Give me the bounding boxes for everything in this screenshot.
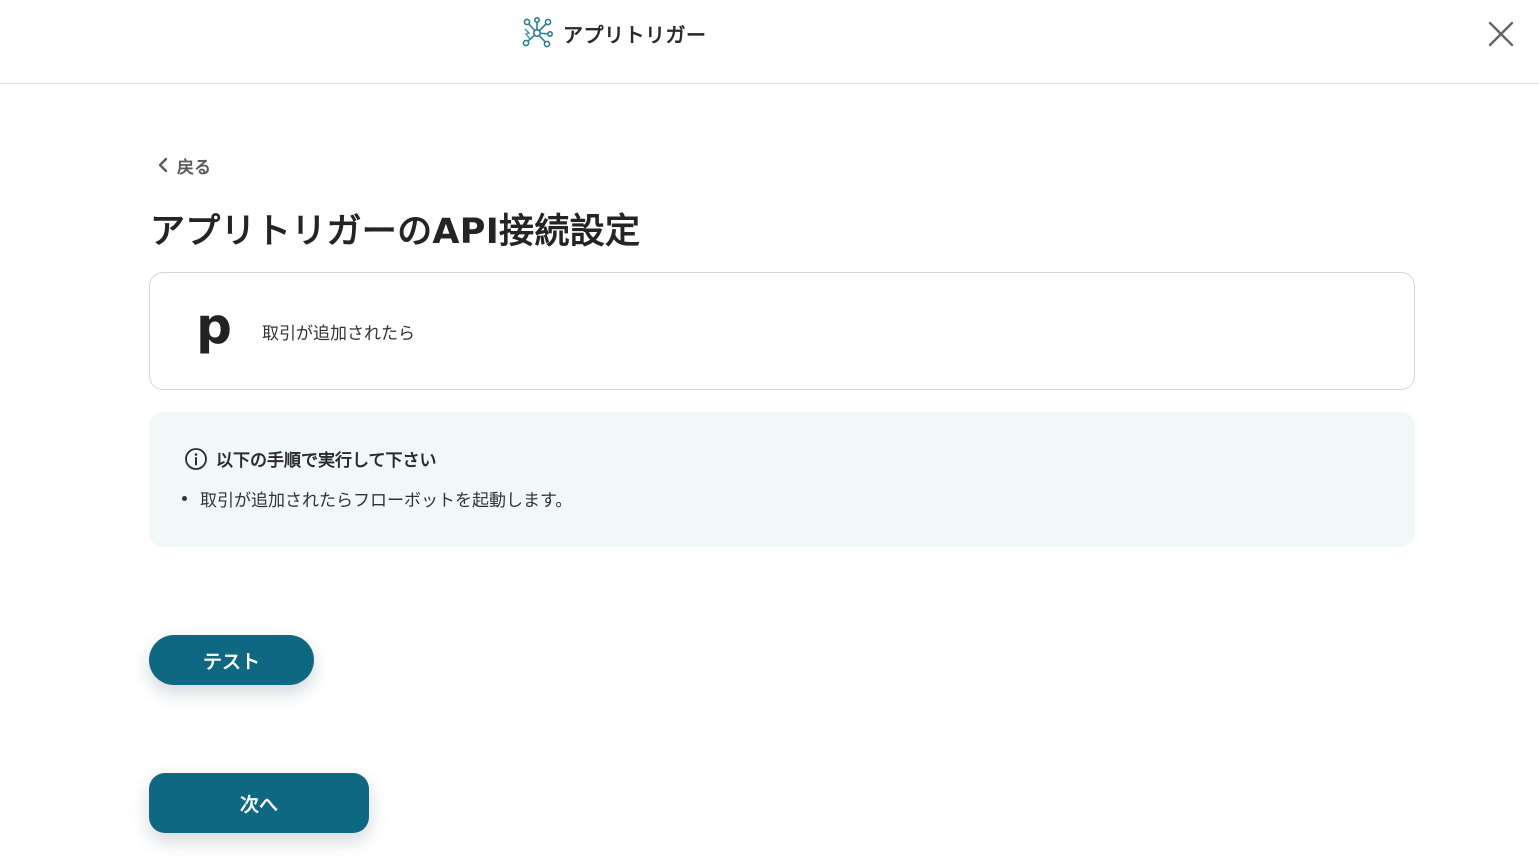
- close-button[interactable]: [1484, 17, 1518, 51]
- next-button[interactable]: 次へ: [149, 773, 369, 833]
- instruction-text: 取引が追加されたらフローボットを起動します。: [200, 491, 573, 511]
- network-nodes-icon: [522, 16, 553, 48]
- instructions-header: 以下の手順で実行して下さい: [184, 446, 437, 471]
- bullet: [182, 496, 187, 501]
- app-logo: p: [196, 297, 232, 355]
- instructions-box: 以下の手順で実行して下さい 取引が追加されたらフローボットを起動します。: [149, 412, 1415, 547]
- back-link[interactable]: 戻る: [157, 152, 211, 178]
- trigger-label: 取引が追加されたら: [262, 323, 415, 344]
- chevron-left-icon: [158, 157, 168, 173]
- trigger-card: p 取引が追加されたら: [149, 272, 1415, 390]
- instructions-title: 以下の手順で実行して下さい: [216, 451, 437, 471]
- test-button[interactable]: テスト: [149, 635, 314, 685]
- brand: アプリトリガー: [521, 16, 707, 50]
- page-title: アプリトリガーのAPI接続設定: [150, 212, 641, 252]
- info-icon: [185, 447, 207, 470]
- back-label: 戻る: [177, 157, 211, 178]
- top-bar: アプリトリガー: [0, 0, 1539, 84]
- instructions-list: 取引が追加されたらフローボットを起動します。: [182, 486, 572, 511]
- list-item: 取引が追加されたらフローボットを起動します。: [182, 486, 572, 511]
- app-title: アプリトリガー: [563, 22, 707, 47]
- close-icon: [1488, 21, 1514, 47]
